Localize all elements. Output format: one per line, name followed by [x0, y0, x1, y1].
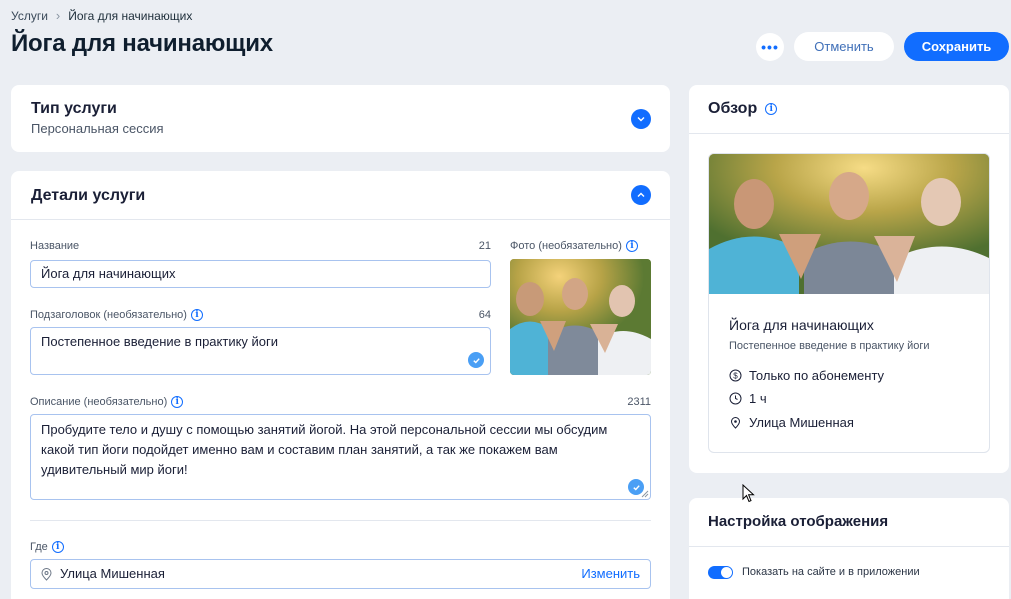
- description-label-text: Описание (необязательно): [30, 396, 168, 408]
- info-icon[interactable]: i: [625, 240, 638, 252]
- overview-title: Обзор: [708, 100, 758, 117]
- where-label: Где i: [30, 541, 64, 553]
- subtitle-input[interactable]: Постепенное введение в практику йоги: [30, 327, 491, 375]
- mouse-cursor-icon: [742, 484, 755, 503]
- name-label: Название: [30, 240, 79, 252]
- collapse-details-button[interactable]: [631, 185, 651, 205]
- location-pin-icon: [41, 567, 52, 581]
- name-char-count: 21: [478, 240, 491, 252]
- divider: [11, 219, 670, 220]
- divider: [689, 546, 1009, 547]
- yoga-photo-image: [510, 259, 651, 375]
- preview-service-name: Йога для начинающих: [729, 317, 874, 333]
- overview-card: Обзор i Йога для начинающих Постепенное …: [689, 85, 1009, 473]
- header-actions: ••• Отменить Сохранить: [756, 32, 1009, 61]
- info-icon[interactable]: i: [171, 396, 184, 408]
- subtitle-label: Подзаголовок (необязательно) i: [30, 309, 203, 321]
- more-icon: •••: [761, 38, 779, 55]
- chevron-up-icon: [637, 192, 645, 197]
- description-textarea-text: Пробудите тело и душу с помощью занятий …: [41, 422, 608, 477]
- info-icon[interactable]: i: [190, 309, 203, 321]
- breadcrumb-current: Йога для начинающих: [68, 8, 193, 23]
- preview-price-row: $ Только по абонементу: [729, 368, 884, 383]
- subtitle-char-count: 64: [478, 309, 491, 321]
- service-preview: Йога для начинающих Постепенное введение…: [708, 153, 990, 453]
- save-button[interactable]: Сохранить: [904, 32, 1009, 61]
- clock-icon: [729, 392, 742, 405]
- subtitle-input-text: Постепенное введение в практику йоги: [41, 334, 279, 349]
- more-actions-button[interactable]: •••: [756, 32, 784, 61]
- dollar-circle-icon: $: [729, 369, 742, 382]
- cancel-button[interactable]: Отменить: [794, 32, 894, 61]
- preview-location: Улица Мишенная: [749, 415, 854, 430]
- name-input[interactable]: Йога для начинающих: [30, 260, 491, 288]
- preview-service-subtitle: Постепенное введение в практику йоги: [729, 340, 930, 352]
- location-pin-icon: [730, 417, 741, 429]
- description-char-count: 2311: [627, 396, 651, 408]
- preview-price: Только по абонементу: [749, 368, 885, 383]
- preview-duration: 1 ч: [749, 391, 767, 406]
- photo-label-text: Фото (необязательно): [510, 240, 622, 252]
- breadcrumb: Услуги › Йога для начинающих: [11, 8, 192, 23]
- info-icon[interactable]: i: [51, 541, 64, 553]
- preview-duration-row: 1 ч: [729, 391, 767, 406]
- show-online-toggle[interactable]: [708, 566, 733, 579]
- expand-service-type-button[interactable]: [631, 109, 651, 129]
- breadcrumb-separator-icon: ›: [55, 8, 61, 23]
- service-details-title: Детали услуги: [31, 187, 146, 204]
- svg-text:$: $: [733, 372, 738, 381]
- location-value: Улица Мишенная: [60, 566, 165, 581]
- breadcrumb-services-link[interactable]: Услуги: [11, 9, 48, 23]
- display-settings-title: Настройка отображения: [708, 513, 889, 530]
- divider: [689, 133, 1009, 134]
- description-textarea[interactable]: Пробудите тело и душу с помощью занятий …: [30, 414, 651, 500]
- show-online-label: Показать на сайте и в приложении: [742, 566, 920, 578]
- overview-header: Обзор i: [708, 100, 778, 118]
- name-label-text: Название: [30, 240, 80, 252]
- service-type-title: Тип услуги: [31, 100, 117, 117]
- display-settings-card: Настройка отображения Показать на сайте …: [689, 498, 1009, 599]
- where-label-text: Где: [30, 541, 48, 553]
- chevron-down-icon: [637, 117, 645, 122]
- change-location-link[interactable]: Изменить: [581, 564, 640, 584]
- divider: [30, 520, 651, 521]
- toggle-knob: [721, 567, 732, 578]
- service-type-value: Персональная сессия: [31, 121, 164, 136]
- photo-label: Фото (необязательно) i: [510, 240, 638, 252]
- resize-handle-icon[interactable]: [641, 490, 649, 498]
- valid-check-icon: [468, 352, 484, 368]
- service-details-card: Детали услуги Название 21 Йога для начин…: [11, 171, 670, 599]
- service-photo[interactable]: [510, 259, 651, 375]
- yoga-photo-image: [709, 154, 989, 294]
- description-label: Описание (необязательно) i: [30, 396, 184, 408]
- preview-location-row: Улица Мишенная: [729, 415, 854, 430]
- service-type-card: Тип услуги Персональная сессия: [11, 85, 670, 152]
- info-icon[interactable]: i: [765, 103, 778, 115]
- preview-photo: [709, 154, 989, 294]
- subtitle-label-text: Подзаголовок (необязательно): [30, 309, 187, 321]
- location-field[interactable]: Улица Мишенная Изменить: [30, 559, 651, 589]
- page-title: Йога для начинающих: [11, 30, 273, 57]
